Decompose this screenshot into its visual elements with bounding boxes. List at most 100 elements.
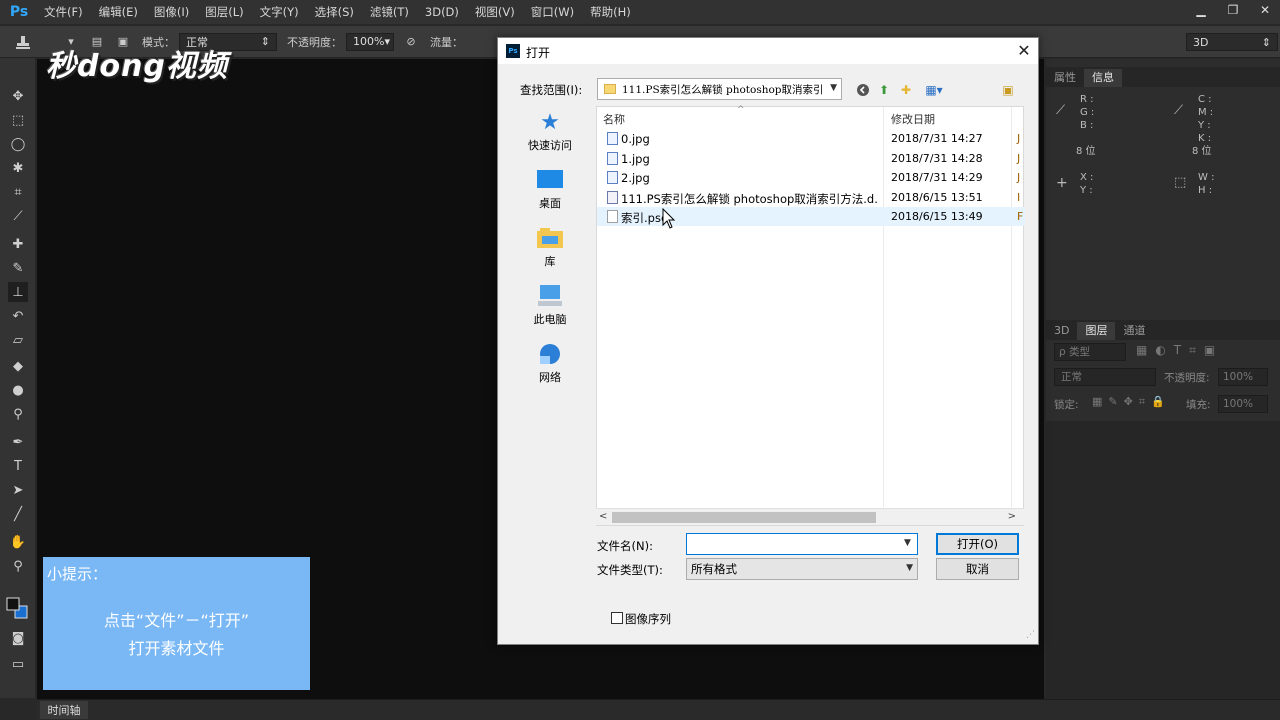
tip-line2: 打开素材文件 — [128, 639, 225, 658]
tab-layers[interactable]: 图层 — [1077, 322, 1116, 340]
tab-properties[interactable]: 属性 — [1046, 69, 1084, 87]
up-folder-icon[interactable]: ⬆ — [876, 82, 892, 98]
quick-mask-icon[interactable]: ◙ — [8, 628, 28, 648]
stamp-tool-icon[interactable] — [14, 33, 32, 51]
place-quick-access[interactable]: ★ 快速访问 — [506, 110, 594, 162]
file-row[interactable]: 2.jpg 2018/7/31 14:29 J — [597, 168, 1025, 187]
paint-bucket-tool-icon[interactable]: ◆ — [8, 356, 28, 376]
lookin-combobox[interactable]: 111.PS索引怎么解锁 photoshop取消索引 ▼ — [597, 78, 842, 100]
menu-help[interactable]: 帮助(H) — [582, 0, 639, 24]
menu-view[interactable]: 视图(V) — [467, 0, 523, 24]
filetype-select[interactable]: 所有格式 ▼ — [686, 558, 918, 580]
chevron-down-icon[interactable]: ▼ — [830, 83, 837, 93]
marquee-tool-icon[interactable]: ⬚ — [8, 110, 28, 130]
chevron-down-icon[interactable]: ▼ — [904, 538, 911, 548]
hand-tool-icon[interactable]: ✋ — [8, 532, 28, 552]
image-sequence-checkbox[interactable] — [611, 612, 623, 624]
photoshop-app-icon: Ps — [506, 44, 520, 58]
pen-tool-icon[interactable]: ✒ — [8, 432, 28, 452]
layer-filter-select[interactable]: ρ 类型 — [1054, 343, 1126, 361]
menu-select[interactable]: 选择(S) — [307, 0, 362, 24]
tab-channels[interactable]: 通道 — [1115, 322, 1153, 340]
resize-grip-icon[interactable]: ⋰ — [1026, 630, 1035, 640]
filename-input[interactable] — [686, 533, 918, 555]
chevron-down-icon[interactable]: ▼ — [906, 563, 913, 573]
layer-filter-icons[interactable]: ▦◐T⌗▣ — [1136, 343, 1223, 358]
scrollbar-thumb[interactable] — [612, 512, 876, 523]
place-desktop[interactable]: 桌面 — [506, 168, 594, 220]
view-menu-icon[interactable]: ▦▾ — [922, 82, 946, 98]
crop-tool-icon[interactable]: ⌗ — [8, 182, 28, 202]
menu-type[interactable]: 文字(Y) — [252, 0, 307, 24]
place-library[interactable]: 库 — [506, 226, 594, 278]
menu-3d[interactable]: 3D(D) — [417, 0, 467, 24]
lookin-label: 查找范围(I): — [520, 83, 583, 97]
lock-icons[interactable]: ▦✎✥⌗🔒 — [1092, 395, 1171, 409]
type-tool-icon[interactable]: T — [8, 456, 28, 476]
dodge-tool-icon[interactable]: ⚲ — [8, 404, 28, 424]
menu-filter[interactable]: 滤镜(T) — [362, 0, 417, 24]
new-folder-icon[interactable]: ✚ — [898, 82, 914, 98]
dialog-titlebar[interactable] — [498, 38, 1038, 64]
healing-brush-tool-icon[interactable]: ✚ — [8, 234, 28, 254]
menu-layer[interactable]: 图层(L) — [197, 0, 251, 24]
file-date: 2018/7/31 14:29 — [891, 171, 983, 184]
column-header-date[interactable]: 修改日期 — [891, 111, 935, 127]
blur-tool-icon[interactable]: ● — [8, 380, 28, 400]
line-tool-icon[interactable]: ╱ — [8, 504, 28, 524]
close-window-icon[interactable]: ✕ — [1250, 0, 1280, 20]
menu-image[interactable]: 图像(I) — [146, 0, 197, 24]
fill-label: 填充: — [1186, 399, 1211, 411]
horizontal-scrollbar[interactable]: < > — [596, 508, 1024, 525]
history-brush-tool-icon[interactable]: ↶ — [8, 306, 28, 326]
layer-opacity-input[interactable]: 100% — [1218, 368, 1268, 386]
open-button[interactable]: 打开(O) — [936, 533, 1019, 555]
clone-stamp-tool-icon[interactable]: ⊥ — [8, 282, 28, 302]
eraser-tool-icon[interactable]: ▱ — [8, 330, 28, 350]
eyedropper-tool-icon[interactable]: ⟋ — [8, 206, 28, 226]
place-network[interactable]: 网络 — [506, 342, 594, 394]
menu-file[interactable]: 文件(F) — [36, 0, 91, 24]
path-selection-tool-icon[interactable]: ➤ — [8, 480, 28, 500]
column-header-name[interactable]: 名称 — [603, 111, 625, 127]
tab-timeline[interactable]: 时间轴 — [40, 701, 88, 719]
scroll-right-icon[interactable]: > — [1008, 511, 1016, 522]
workspace-select[interactable]: 3D ⇕ — [1186, 33, 1278, 51]
zoom-tool-icon[interactable]: ⚲ — [8, 556, 28, 576]
scroll-left-icon[interactable]: < — [599, 511, 607, 522]
place-this-pc[interactable]: 此电脑 — [506, 284, 594, 336]
selection-size-icon: ⬚ — [1174, 175, 1187, 190]
chevron-down-icon[interactable]: ▾ — [384, 35, 390, 48]
file-row[interactable]: 0.jpg 2018/7/31 14:27 J — [597, 129, 1025, 148]
cancel-button[interactable]: 取消 — [936, 558, 1019, 580]
move-tool-icon[interactable]: ✥ — [8, 86, 28, 106]
computer-icon — [536, 284, 564, 308]
opacity-input[interactable]: 100% ▾ — [346, 32, 394, 51]
brush-tool-icon[interactable]: ✎ — [8, 258, 28, 278]
close-icon[interactable]: ✕ — [1014, 40, 1034, 60]
minimize-icon[interactable]: ▁ — [1186, 0, 1216, 20]
file-row[interactable]: 111.PS索引怎么解锁 photoshop取消索引方法.d... 2018/6… — [597, 188, 1025, 207]
tab-3d[interactable]: 3D — [1046, 322, 1077, 340]
info-r: R : — [1080, 94, 1094, 105]
tip-line1: 点击“文件”－“打开” — [103, 611, 250, 630]
favorite-folder-icon[interactable]: ▣ — [1000, 82, 1016, 98]
tab-info[interactable]: 信息 — [1084, 69, 1122, 87]
file-list[interactable]: ^ 名称 修改日期 0.jpg 2018/7/31 14:27 J 1.jpg … — [596, 105, 1025, 526]
magic-wand-tool-icon[interactable]: ✱ — [8, 158, 28, 178]
blend-mode-select[interactable]: 正常 — [1054, 368, 1156, 386]
file-row[interactable]: 1.jpg 2018/7/31 14:28 J — [597, 149, 1025, 168]
color-swatches-icon[interactable] — [5, 596, 29, 620]
back-icon[interactable] — [855, 82, 871, 98]
file-type: J — [1017, 152, 1021, 165]
fill-input[interactable]: 100% — [1218, 395, 1268, 413]
lasso-tool-icon[interactable]: ◯ — [8, 134, 28, 154]
menu-edit[interactable]: 编辑(E) — [91, 0, 146, 24]
image-sequence-label: 图像序列 — [625, 612, 671, 626]
info-m: M : — [1198, 107, 1214, 118]
restore-icon[interactable]: ❐ — [1218, 0, 1248, 20]
menu-window[interactable]: 窗口(W) — [523, 0, 582, 24]
screen-mode-icon[interactable]: ▭ — [8, 654, 28, 674]
pressure-opacity-icon[interactable]: ⊘ — [402, 33, 420, 51]
layers-list[interactable] — [1046, 421, 1280, 699]
